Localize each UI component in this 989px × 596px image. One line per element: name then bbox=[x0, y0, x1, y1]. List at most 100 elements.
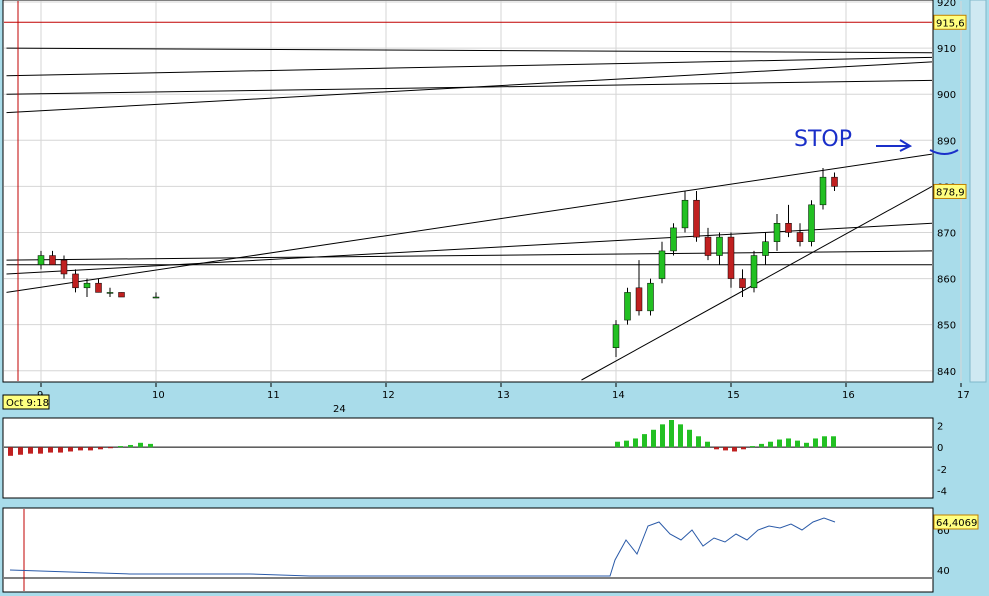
candle-body bbox=[37, 255, 45, 266]
time-tick-label: 13 bbox=[497, 390, 510, 401]
candle-body bbox=[796, 232, 804, 242]
date-label: 24 bbox=[333, 404, 346, 415]
candle-body bbox=[658, 250, 666, 279]
histogram-bar bbox=[78, 447, 83, 451]
time-axis: 91011121314151617 bbox=[37, 383, 970, 401]
candle-body bbox=[785, 223, 792, 233]
histogram-bar bbox=[768, 441, 773, 448]
candle-body bbox=[612, 324, 620, 348]
histogram-bar bbox=[723, 447, 728, 451]
price-tick-label: 850 bbox=[937, 321, 956, 332]
candle-body bbox=[681, 199, 689, 229]
histogram-bar bbox=[138, 442, 143, 448]
price-tick-label: 900 bbox=[937, 90, 956, 101]
candle-body bbox=[152, 296, 160, 299]
price-tag-label: 878,9 bbox=[936, 187, 965, 198]
candle-body bbox=[624, 292, 631, 321]
histogram-bar bbox=[705, 441, 710, 448]
histogram-bar bbox=[732, 447, 737, 452]
candle-body bbox=[647, 282, 654, 312]
histogram-bar bbox=[696, 436, 701, 448]
histogram-bar bbox=[38, 447, 43, 454]
chart-window: 840850860870880890900910920915,6878,9 91… bbox=[2, 0, 987, 593]
histogram-bar bbox=[28, 447, 33, 454]
price-tick-label: 910 bbox=[937, 44, 956, 55]
histogram-bar bbox=[786, 438, 791, 448]
histogram-pane[interactable] bbox=[2, 417, 934, 499]
candle-body bbox=[704, 236, 712, 256]
histogram-bar bbox=[750, 446, 755, 448]
candle-body bbox=[635, 287, 643, 312]
histogram-bar bbox=[804, 442, 809, 448]
stop-mark-icon bbox=[929, 149, 959, 155]
histogram-bar bbox=[118, 446, 123, 448]
candle-body bbox=[118, 292, 125, 298]
histogram-bar bbox=[759, 443, 764, 448]
histogram-bar bbox=[678, 424, 683, 448]
histogram-bar bbox=[58, 447, 63, 453]
time-tick-label: 11 bbox=[267, 390, 280, 401]
price-tick-label: 840 bbox=[937, 367, 956, 378]
histogram-bar bbox=[642, 434, 647, 448]
candle-body bbox=[106, 292, 114, 294]
histogram-bar bbox=[108, 447, 113, 449]
histogram-bar bbox=[813, 438, 818, 448]
price-tick-label: 890 bbox=[937, 136, 956, 147]
candle-body bbox=[739, 278, 746, 289]
candle-body bbox=[83, 282, 91, 289]
candle-body bbox=[60, 259, 68, 275]
time-tick-label: 17 bbox=[957, 390, 970, 401]
oscillator-axis: 604064,4069 bbox=[933, 514, 979, 577]
histogram-bar bbox=[18, 447, 23, 455]
candle-body bbox=[773, 223, 781, 242]
oscillator-pane[interactable] bbox=[2, 507, 934, 593]
cursor-time-label: Oct 9:18 bbox=[6, 398, 49, 409]
histogram-bar bbox=[822, 436, 827, 448]
histogram-bar bbox=[795, 440, 800, 448]
vertical-scrollbar[interactable] bbox=[969, 0, 987, 383]
histogram-bar bbox=[651, 429, 656, 448]
histogram-bar bbox=[777, 439, 782, 448]
histogram-bar bbox=[633, 438, 638, 448]
oscillator-tick-label: 40 bbox=[937, 566, 950, 577]
price-tag-label: 915,6 bbox=[936, 18, 965, 29]
histogram-tick-label: 2 bbox=[937, 421, 943, 432]
histogram-bar bbox=[68, 447, 73, 452]
time-tick-label: 14 bbox=[612, 390, 625, 401]
candle-body bbox=[95, 282, 102, 293]
histogram-bar bbox=[148, 443, 153, 448]
histogram-bar bbox=[669, 420, 674, 448]
histogram-bar bbox=[687, 429, 692, 448]
histogram-tick-label: -4 bbox=[937, 487, 947, 498]
candle-body bbox=[831, 176, 838, 187]
candle-body bbox=[72, 273, 79, 289]
price-tick-label: 870 bbox=[937, 228, 956, 239]
candle-body bbox=[670, 227, 677, 252]
time-tick-label: 16 bbox=[842, 390, 855, 401]
candle-body bbox=[49, 255, 56, 266]
candle-body bbox=[693, 199, 700, 238]
histogram-bar bbox=[660, 424, 665, 448]
stop-annotation: STOP bbox=[794, 127, 852, 152]
histogram-bar bbox=[831, 436, 836, 448]
candle-body bbox=[727, 236, 735, 279]
oscillator-tag-label: 64,4069 bbox=[936, 518, 977, 529]
candle-body bbox=[819, 176, 827, 206]
histogram-tick-label: -2 bbox=[937, 465, 947, 476]
time-tick-label: 15 bbox=[727, 390, 740, 401]
histogram-bar bbox=[128, 444, 133, 448]
price-tick-label: 920 bbox=[937, 0, 956, 9]
candle-body bbox=[716, 236, 723, 256]
histogram-bar bbox=[615, 441, 620, 448]
histogram-bar bbox=[714, 447, 719, 450]
time-tick-label: 10 bbox=[152, 390, 165, 401]
histogram-bar bbox=[741, 447, 746, 450]
histogram-bar bbox=[624, 440, 629, 448]
price-tick-label: 860 bbox=[937, 275, 956, 286]
histogram-bar bbox=[48, 447, 53, 453]
candle-body bbox=[750, 255, 758, 289]
histogram-tick-label: 0 bbox=[937, 443, 943, 454]
time-tick-label: 12 bbox=[382, 390, 395, 401]
histogram-bar bbox=[8, 447, 13, 456]
candle-body bbox=[762, 241, 769, 256]
